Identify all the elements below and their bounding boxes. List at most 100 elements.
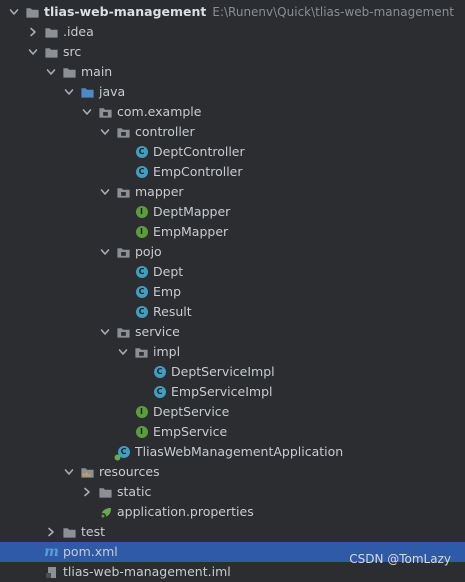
tree-row-impl[interactable]: impl <box>0 342 465 362</box>
tree-row-result[interactable]: C Result <box>0 302 465 322</box>
chevron-down-icon[interactable] <box>117 346 129 358</box>
tree-label: test <box>81 524 106 539</box>
tree-row-dept[interactable]: C Dept <box>0 262 465 282</box>
tree-label: Result <box>153 304 192 319</box>
chevron-down-icon[interactable] <box>81 106 93 118</box>
tree-label: DeptServiceImpl <box>171 364 275 379</box>
tree-row-project-root[interactable]: tlias-web-management E:\Runenv\Quick\tli… <box>0 2 465 22</box>
tree-label: java <box>99 84 126 99</box>
tree-label: mapper <box>135 184 184 199</box>
chevron-down-icon[interactable] <box>99 186 111 198</box>
project-tree: tlias-web-management E:\Runenv\Quick\tli… <box>0 0 465 580</box>
tree-label: Emp <box>153 284 182 299</box>
tree-row-emp[interactable]: C Emp <box>0 282 465 302</box>
spring-properties-icon <box>98 505 113 520</box>
project-path: E:\Runenv\Quick\tlias-web-management <box>212 5 454 19</box>
resources-folder-icon <box>80 465 95 480</box>
tree-label: Dept <box>153 264 184 279</box>
package-icon <box>116 185 131 200</box>
tree-row-pojo[interactable]: pojo <box>0 242 465 262</box>
tree-label: DeptService <box>153 404 230 419</box>
tree-row-dept-mapper[interactable]: I DeptMapper <box>0 202 465 222</box>
folder-icon <box>62 65 77 80</box>
chevron-right-icon[interactable] <box>27 26 39 38</box>
tree-row-controller[interactable]: controller <box>0 122 465 142</box>
tree-label: EmpService <box>153 424 228 439</box>
tree-row-emp-controller[interactable]: C EmpController <box>0 162 465 182</box>
tree-row-main[interactable]: main <box>0 62 465 82</box>
tree-row-service[interactable]: service <box>0 322 465 342</box>
chevron-down-icon[interactable] <box>27 46 39 58</box>
tree-row-resources[interactable]: resources <box>0 462 465 482</box>
tree-label: pojo <box>135 244 162 259</box>
package-icon <box>98 105 113 120</box>
tree-label: DeptMapper <box>153 204 231 219</box>
class-icon: C <box>134 165 149 180</box>
tree-label: service <box>135 324 180 339</box>
interface-icon: I <box>134 205 149 220</box>
interface-icon: I <box>134 405 149 420</box>
tree-row-test[interactable]: test <box>0 522 465 542</box>
package-icon <box>116 125 131 140</box>
class-icon: C <box>134 305 149 320</box>
tree-row-java[interactable]: java <box>0 82 465 102</box>
interface-icon: I <box>134 425 149 440</box>
tree-row-dept-service-impl[interactable]: C DeptServiceImpl <box>0 362 465 382</box>
tree-row-application-properties[interactable]: application.properties <box>0 502 465 522</box>
project-name: tlias-web-management <box>44 4 207 19</box>
source-folder-icon <box>80 85 95 100</box>
folder-icon <box>98 485 113 500</box>
tree-row-emp-mapper[interactable]: I EmpMapper <box>0 222 465 242</box>
folder-icon <box>25 5 40 20</box>
chevron-down-icon[interactable] <box>8 6 20 18</box>
tree-label: com.example <box>117 104 202 119</box>
tree-row-emp-service[interactable]: I EmpService <box>0 422 465 442</box>
tree-row-mapper[interactable]: mapper <box>0 182 465 202</box>
package-icon <box>116 325 131 340</box>
module-file-icon <box>44 565 59 580</box>
package-icon <box>116 245 131 260</box>
tree-row-dept-controller[interactable]: C DeptController <box>0 142 465 162</box>
tree-row-emp-service-impl[interactable]: C EmpServiceImpl <box>0 382 465 402</box>
tree-label: impl <box>153 344 181 359</box>
chevron-down-icon[interactable] <box>99 246 111 258</box>
tree-label: DeptController <box>153 144 245 159</box>
tree-row-application[interactable]: C TliasWebManagementApplication <box>0 442 465 462</box>
folder-icon <box>44 45 59 60</box>
tree-label: main <box>81 64 113 79</box>
interface-icon: I <box>134 225 149 240</box>
chevron-right-icon[interactable] <box>45 526 57 538</box>
tree-label: EmpServiceImpl <box>171 384 273 399</box>
chevron-down-icon[interactable] <box>63 466 75 478</box>
folder-icon <box>44 25 59 40</box>
tree-label: .idea <box>63 24 94 39</box>
class-icon: C <box>134 285 149 300</box>
tree-label: src <box>63 44 82 59</box>
tree-label: application.properties <box>117 504 254 519</box>
tree-row-dept-service[interactable]: I DeptService <box>0 402 465 422</box>
class-icon: C <box>152 365 167 380</box>
package-icon <box>134 345 149 360</box>
tree-label: TliasWebManagementApplication <box>135 444 344 459</box>
class-icon: C <box>134 145 149 160</box>
chevron-right-icon[interactable] <box>81 486 93 498</box>
chevron-down-icon[interactable] <box>99 126 111 138</box>
spring-boot-class-icon: C <box>114 445 131 460</box>
maven-icon: m <box>44 544 59 560</box>
chevron-down-icon[interactable] <box>63 86 75 98</box>
chevron-down-icon[interactable] <box>99 326 111 338</box>
chevron-down-icon[interactable] <box>45 66 57 78</box>
tree-label: static <box>117 484 152 499</box>
tree-row-static[interactable]: static <box>0 482 465 502</box>
tree-label: EmpController <box>153 164 243 179</box>
tree-label: pom.xml <box>63 544 118 559</box>
tree-row-src[interactable]: src <box>0 42 465 62</box>
folder-icon <box>62 525 77 540</box>
tree-label: resources <box>99 464 160 479</box>
class-icon: C <box>152 385 167 400</box>
class-icon: C <box>134 265 149 280</box>
tree-row-package[interactable]: com.example <box>0 102 465 122</box>
tree-label: controller <box>135 124 195 139</box>
tree-row-idea[interactable]: .idea <box>0 22 465 42</box>
tree-label: tlias-web-management.iml <box>63 564 231 579</box>
